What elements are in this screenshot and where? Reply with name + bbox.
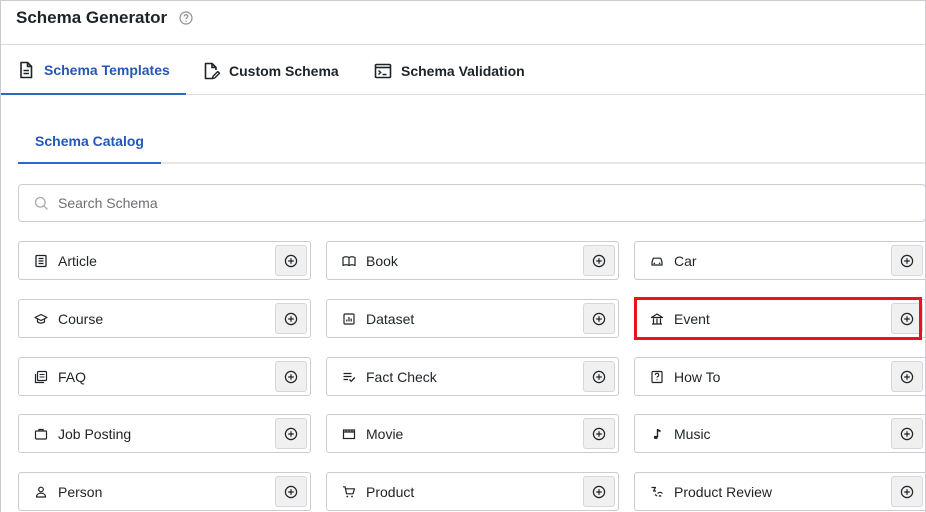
tab-schema-templates[interactable]: Schema Templates	[1, 46, 186, 95]
schema-card-label: FAQ	[58, 368, 87, 385]
schema-card-job-posting[interactable]: Job Posting	[18, 414, 311, 453]
tab-schema-catalog[interactable]: Schema Catalog	[18, 119, 161, 164]
music-note-icon	[653, 428, 661, 439]
plus-circle-icon	[592, 370, 606, 383]
schema-card-label: Music	[674, 425, 711, 442]
schema-card-music[interactable]: Music	[634, 414, 925, 453]
schema-card-label: Course	[58, 310, 104, 327]
tab-schema-validation[interactable]: Schema Validation	[374, 46, 525, 95]
page-title: Schema Generator	[16, 8, 168, 27]
search-box	[18, 184, 925, 222]
add-schema-button[interactable]	[583, 303, 615, 334]
add-schema-button[interactable]	[275, 245, 307, 276]
tab-label: Schema Templates	[44, 61, 170, 78]
dataset-icon	[343, 312, 355, 325]
add-schema-button[interactable]	[891, 418, 923, 449]
movie-icon	[342, 428, 356, 439]
help-icon[interactable]	[179, 11, 193, 25]
schema-card-product[interactable]: Product	[326, 472, 619, 511]
schema-card-how-to[interactable]: How To	[634, 357, 925, 396]
cart-icon	[343, 485, 355, 497]
schema-card-label: Car	[674, 252, 697, 269]
plus-circle-icon	[592, 312, 606, 325]
schema-card-car[interactable]: Car	[634, 241, 925, 280]
schema-card-label: Product Review	[674, 483, 773, 500]
add-schema-button[interactable]	[275, 361, 307, 392]
tab-custom-schema[interactable]: Custom Schema	[202, 46, 339, 95]
main-tabs: Schema Templates Custom Schema Schema Va…	[1, 46, 925, 95]
plus-circle-icon	[592, 254, 606, 267]
document-icon	[20, 61, 33, 78]
car-icon	[651, 257, 663, 266]
event-venue-icon	[650, 312, 664, 325]
tab-label: Custom Schema	[229, 62, 339, 79]
plus-circle-icon	[900, 427, 914, 440]
app-frame: Schema Generator Schema Templates Custom…	[0, 0, 926, 512]
schema-card-product-review[interactable]: Product Review	[634, 472, 925, 511]
schema-card-label: Product	[366, 483, 415, 500]
schema-card-label: Person	[58, 483, 103, 500]
schema-card-label: Book	[366, 252, 398, 269]
add-schema-button[interactable]	[583, 418, 615, 449]
add-schema-button[interactable]	[891, 476, 923, 507]
top-bar: Schema Generator	[1, 1, 925, 45]
plus-circle-icon	[900, 312, 914, 325]
catalog-subtabs: Schema Catalog	[18, 119, 925, 164]
plus-circle-icon	[284, 254, 298, 267]
schema-card-label: Event	[674, 310, 710, 327]
schema-card-movie[interactable]: Movie	[326, 414, 619, 453]
search-input[interactable]	[58, 195, 898, 211]
add-schema-button[interactable]	[275, 418, 307, 449]
terminal-icon	[374, 63, 392, 78]
schema-card-article[interactable]: Article	[18, 241, 311, 280]
add-schema-button[interactable]	[891, 245, 923, 276]
schema-card-label: Dataset	[366, 310, 415, 327]
faq-icon	[34, 370, 48, 383]
plus-circle-icon	[284, 427, 298, 440]
schema-card-faq[interactable]: FAQ	[18, 357, 311, 396]
schema-card-book[interactable]: Book	[326, 241, 619, 280]
schema-card-person[interactable]: Person	[18, 472, 311, 511]
search-icon	[34, 196, 49, 210]
plus-circle-icon	[592, 485, 606, 498]
add-schema-button[interactable]	[275, 303, 307, 334]
schema-card-label: Article	[58, 252, 97, 269]
plus-circle-icon	[284, 312, 298, 325]
schema-card-dataset[interactable]: Dataset	[326, 299, 619, 338]
schema-card-event[interactable]: Event	[634, 299, 925, 338]
plus-circle-icon	[900, 254, 914, 267]
schema-card-label: How To	[674, 368, 721, 385]
plus-circle-icon	[284, 485, 298, 498]
plus-circle-icon	[284, 370, 298, 383]
add-schema-button[interactable]	[583, 361, 615, 392]
schema-card-label: Movie	[366, 425, 404, 442]
person-icon	[35, 486, 47, 498]
briefcase-icon	[34, 428, 48, 440]
graduation-cap-icon	[34, 313, 48, 324]
add-schema-button[interactable]	[583, 245, 615, 276]
document-edit-icon	[204, 62, 220, 79]
add-schema-button[interactable]	[275, 476, 307, 507]
how-to-icon	[651, 370, 663, 383]
plus-circle-icon	[900, 370, 914, 383]
add-schema-button[interactable]	[891, 361, 923, 392]
schema-card-course[interactable]: Course	[18, 299, 311, 338]
schema-card-label: Job Posting	[58, 425, 132, 442]
plus-circle-icon	[592, 427, 606, 440]
fact-check-icon	[343, 372, 356, 382]
schema-card-label: Fact Check	[366, 368, 437, 385]
book-icon	[342, 255, 356, 266]
article-icon	[35, 254, 47, 267]
add-schema-button[interactable]	[583, 476, 615, 507]
plus-circle-icon	[900, 485, 914, 498]
tab-label: Schema Validation	[401, 62, 525, 79]
schema-card-fact-check[interactable]: Fact Check	[326, 357, 619, 396]
add-schema-button[interactable]	[891, 303, 923, 334]
review-icon	[651, 486, 663, 497]
